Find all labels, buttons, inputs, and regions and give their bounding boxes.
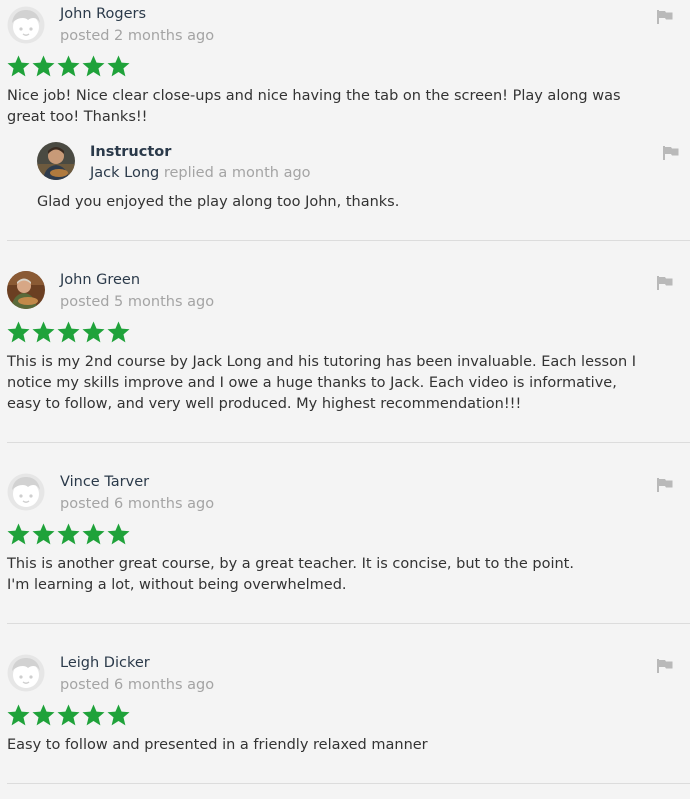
star-rating <box>7 704 130 726</box>
star-icon <box>7 523 30 545</box>
flag-icon[interactable] <box>657 659 673 673</box>
reply-text: Glad you enjoyed the play along too John… <box>37 194 400 210</box>
flag-icon[interactable] <box>663 146 679 160</box>
review-text: This is another great course, by a great… <box>7 556 574 593</box>
star-icon <box>57 523 80 545</box>
star-icon <box>82 523 105 545</box>
review-text: This is my 2nd course by Jack Long and h… <box>7 354 637 412</box>
star-icon <box>82 55 105 77</box>
star-rating <box>7 321 130 343</box>
reviewer-name: John Green <box>60 272 141 288</box>
star-icon <box>32 704 55 726</box>
review-date: posted 2 months ago <box>60 28 215 44</box>
star-icon <box>82 321 105 343</box>
star-icon <box>107 55 130 77</box>
star-icon <box>107 704 130 726</box>
star-icon <box>57 704 80 726</box>
reviewer-name: Leigh Dicker <box>60 655 150 671</box>
divider <box>7 623 690 624</box>
review-text: Nice job! Nice clear close-ups and nice … <box>7 88 621 125</box>
review-date: posted 6 months ago <box>60 496 215 512</box>
star-icon <box>107 523 130 545</box>
reply-date: replied a month ago <box>163 165 311 181</box>
default-avatar-icon <box>7 6 45 44</box>
default-avatar-icon <box>7 654 45 692</box>
star-icon <box>7 704 30 726</box>
instructor-name: Jack Long <box>90 165 160 181</box>
star-icon <box>57 55 80 77</box>
flag-icon[interactable] <box>657 10 673 24</box>
reviewer-name: John Rogers <box>60 6 147 22</box>
default-avatar-icon <box>7 473 45 511</box>
reviewer-name: Vince Tarver <box>60 474 150 490</box>
star-icon <box>32 55 55 77</box>
star-icon <box>7 321 30 343</box>
divider <box>7 783 690 784</box>
star-icon <box>57 321 80 343</box>
flag-icon[interactable] <box>657 478 673 492</box>
star-icon <box>32 321 55 343</box>
instructor-label: Instructor <box>90 144 172 160</box>
star-rating <box>7 523 130 545</box>
flag-icon[interactable] <box>657 276 673 290</box>
star-icon <box>7 55 30 77</box>
divider <box>7 442 690 443</box>
reviewer-avatar <box>7 271 45 309</box>
review-date: posted 6 months ago <box>60 677 215 693</box>
divider <box>7 240 690 241</box>
review-date: posted 5 months ago <box>60 294 215 310</box>
instructor-avatar <box>37 142 75 180</box>
star-icon <box>32 523 55 545</box>
review-text: Easy to follow and presented in a friend… <box>7 737 428 753</box>
star-icon <box>107 321 130 343</box>
star-icon <box>82 704 105 726</box>
star-rating <box>7 55 130 77</box>
reply-meta: Jack Long replied a month ago <box>90 165 311 181</box>
